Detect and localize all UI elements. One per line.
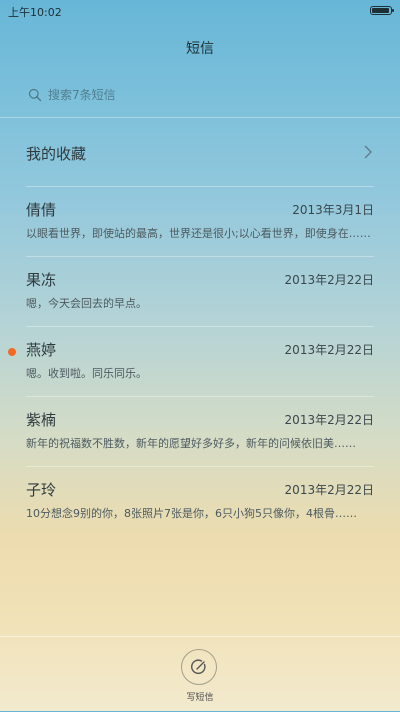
- message-preview: 嗯。收到啦。同乐同乐。: [26, 367, 147, 380]
- unread-dot-icon: [8, 348, 16, 356]
- message-preview: 新年的祝福数不胜数，新年的愿望好多好多，新年的问候依旧美……: [26, 437, 356, 450]
- battery-icon: [370, 6, 394, 15]
- compose-icon: [191, 659, 206, 675]
- status-time: 上午10:02: [8, 6, 62, 19]
- message-row[interactable]: 果冻 2013年2月22日嗯，今天会回去的早点。: [0, 257, 400, 327]
- chevron-right-icon: [364, 145, 372, 159]
- favorites-label: 我的收藏: [26, 145, 87, 163]
- divider: [0, 117, 400, 118]
- search-icon: [28, 88, 42, 102]
- message-date: 2013年3月1日: [292, 203, 374, 217]
- message-date: 2013年2月22日: [284, 483, 374, 497]
- message-date: 2013年2月22日: [284, 273, 374, 287]
- message-date: 2013年2月22日: [284, 413, 374, 427]
- message-preview: 10分想念9别的你，8张照片7张是你，6只小狗5只像你，4根骨……: [26, 507, 357, 520]
- battery-level: [372, 8, 389, 13]
- message-row[interactable]: 子玲 2013年2月22日 10分想念9别的你，8张照片7张是你，6只小狗5只像你，…: [0, 467, 400, 537]
- message-sender: 燕婷: [26, 341, 57, 359]
- message-row[interactable]: 倩倩 2013年3月1日以眼看世界，即使站的最高，世界还是很小;以心看世界，即使身…: [0, 187, 400, 257]
- compose-button[interactable]: [181, 649, 217, 685]
- status-bar: 上午10:02: [0, 0, 400, 22]
- message-row[interactable]: 紫楠 2013年2月22日新年的祝福数不胜数，新年的愿望好多好多，新年的问候依旧美…: [0, 397, 400, 467]
- message-sender: 紫楠: [26, 411, 57, 429]
- message-preview: 嗯，今天会回去的早点。: [26, 297, 147, 310]
- search-input[interactable]: 搜索7条短信: [28, 84, 372, 106]
- compose-label: 写短信: [186, 693, 214, 703]
- message-row[interactable]: 燕婷 2013年2月22日嗯。收到啦。同乐同乐。: [0, 327, 400, 397]
- message-sender: 倩倩: [26, 201, 57, 219]
- message-sender: 果冻: [26, 271, 57, 289]
- message-sender: 子玲: [26, 481, 57, 499]
- page-title: 短信: [186, 41, 214, 57]
- bottom-bar: 写短信: [0, 636, 400, 712]
- favorites-row[interactable]: 我的收藏: [0, 120, 400, 186]
- search-placeholder: 搜索7条短信: [48, 88, 116, 102]
- message-date: 2013年2月22日: [284, 343, 374, 357]
- message-preview: 以眼看世界，即使站的最高，世界还是很小;以心看世界，即使身在……: [26, 227, 371, 240]
